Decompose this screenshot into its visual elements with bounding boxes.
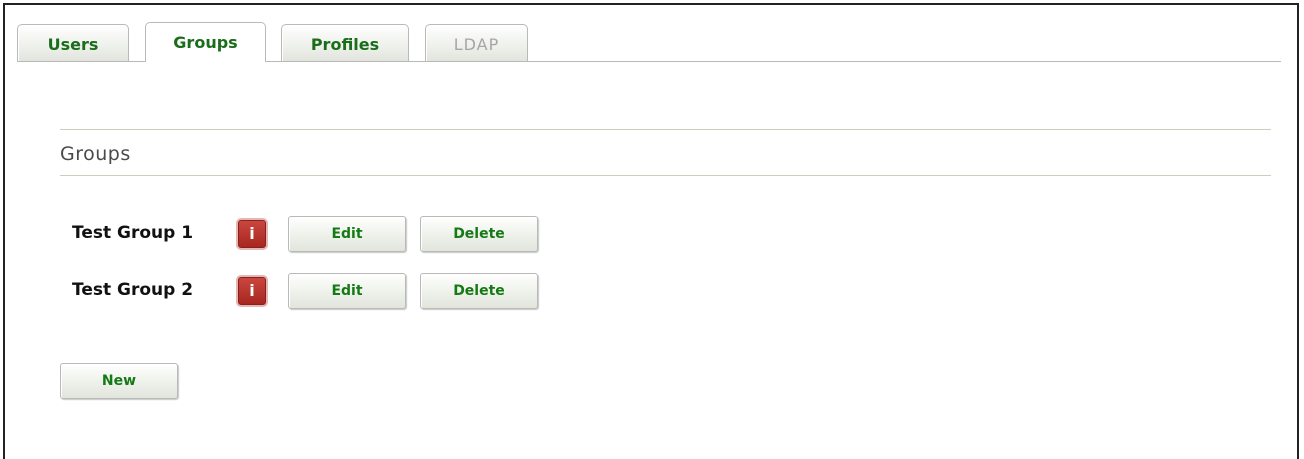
group-name: Test Group 2 <box>72 280 194 300</box>
info-icon[interactable]: i <box>238 220 266 248</box>
edit-button[interactable]: Edit <box>288 273 406 309</box>
tab-profiles[interactable]: Profiles <box>281 24 409 61</box>
new-group-button[interactable]: New <box>60 363 178 399</box>
info-icon[interactable]: i <box>238 277 266 305</box>
delete-button[interactable]: Delete <box>420 216 538 252</box>
section-divider-top <box>60 129 1271 130</box>
section-title: Groups <box>60 143 131 165</box>
delete-button[interactable]: Delete <box>420 273 538 309</box>
tab-users[interactable]: Users <box>17 24 129 61</box>
tab-groups[interactable]: Groups <box>145 22 266 62</box>
section-divider-bottom <box>60 175 1271 176</box>
window-frame <box>3 3 1299 459</box>
group-name: Test Group 1 <box>72 223 194 243</box>
tab-ldap: LDAP <box>425 24 528 61</box>
edit-button[interactable]: Edit <box>288 216 406 252</box>
